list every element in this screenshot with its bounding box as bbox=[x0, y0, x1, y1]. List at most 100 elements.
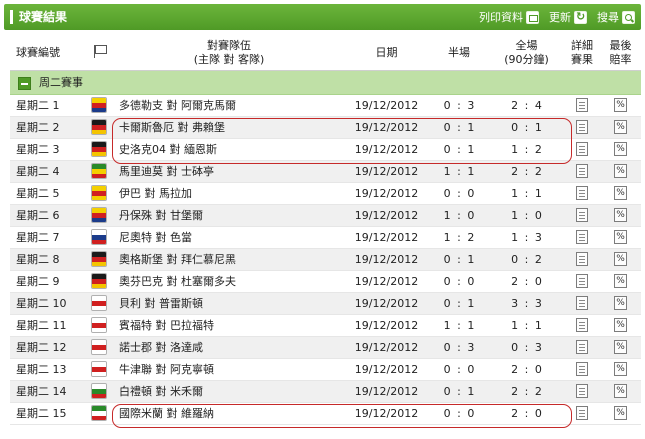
percent-icon[interactable]: % bbox=[614, 362, 627, 376]
match-day: 星期二 bbox=[16, 319, 49, 332]
document-icon[interactable] bbox=[576, 296, 588, 310]
document-icon[interactable] bbox=[576, 120, 588, 134]
match-no-cell: 星期二 7 bbox=[10, 226, 84, 249]
header-actions: 列印資料 更新 搜尋 bbox=[479, 4, 635, 30]
date-cell: 19/12/2012 bbox=[344, 248, 429, 271]
date-cell: 19/12/2012 bbox=[344, 358, 429, 381]
search-button[interactable]: 搜尋 bbox=[597, 9, 635, 25]
percent-icon[interactable]: % bbox=[614, 186, 627, 200]
teams-cell[interactable]: 史洛克04 對 緬恩斯 bbox=[114, 138, 344, 161]
percent-icon[interactable]: % bbox=[614, 384, 627, 398]
teams-cell[interactable]: 馬里迪莫 對 士砵亭 bbox=[114, 160, 344, 183]
half-score-cell: 1 : 0 bbox=[429, 204, 489, 227]
flag-icon bbox=[92, 44, 107, 58]
full-score-cell: 1 : 1 bbox=[489, 314, 564, 337]
percent-icon[interactable]: % bbox=[614, 296, 627, 310]
percent-icon[interactable]: % bbox=[614, 340, 627, 354]
match-no-cell: 星期二 3 bbox=[10, 138, 84, 161]
refresh-button[interactable]: 更新 bbox=[549, 9, 587, 25]
table-row: 星期二 4 馬里迪莫 對 士砵亭 19/12/2012 1 : 12 : 2% bbox=[10, 160, 641, 183]
teams-cell[interactable]: 賓福特 對 巴拉福特 bbox=[114, 314, 344, 337]
percent-icon[interactable]: % bbox=[614, 274, 627, 288]
odds-cell: % bbox=[600, 204, 641, 227]
collapse-icon[interactable] bbox=[18, 76, 31, 90]
document-icon[interactable] bbox=[576, 208, 588, 222]
team-logo-icon bbox=[91, 405, 107, 421]
date-cell: 19/12/2012 bbox=[344, 336, 429, 359]
teams-cell[interactable]: 卡爾斯魯厄 對 弗賴堡 bbox=[114, 116, 344, 139]
half-score-cell: 0 : 1 bbox=[429, 248, 489, 271]
percent-icon[interactable]: % bbox=[614, 98, 627, 112]
match-no-cell: 星期二 11 bbox=[10, 314, 84, 337]
percent-icon[interactable]: % bbox=[614, 252, 627, 266]
table-header-row: 球賽編號 對賽隊伍 (主隊 對 客隊) 日期 半場 全場 (90分鐘) 詳細 賽… bbox=[10, 36, 641, 71]
document-icon[interactable] bbox=[576, 98, 588, 112]
teams-cell[interactable]: 諾士郡 對 洛達咸 bbox=[114, 336, 344, 359]
odds-cell: % bbox=[600, 380, 641, 403]
detail-cell bbox=[564, 204, 600, 227]
percent-icon[interactable]: % bbox=[614, 164, 627, 178]
percent-icon[interactable]: % bbox=[614, 208, 627, 222]
teams-cell[interactable]: 牛津聯 對 阿克寧頓 bbox=[114, 358, 344, 381]
percent-icon[interactable]: % bbox=[614, 318, 627, 332]
team-logo-icon bbox=[91, 251, 107, 267]
teams-cell[interactable]: 國際米蘭 對 維羅納 bbox=[114, 402, 344, 425]
match-day: 星期二 bbox=[16, 341, 49, 354]
teams-cell[interactable]: 伊巴 對 馬拉加 bbox=[114, 182, 344, 205]
document-icon[interactable] bbox=[576, 406, 588, 420]
percent-icon[interactable]: % bbox=[614, 142, 627, 156]
match-no-cell: 星期二 4 bbox=[10, 160, 84, 183]
col-detail-sublabel: 賽果 bbox=[571, 52, 593, 66]
col-full-sublabel: (90分鐘) bbox=[504, 52, 549, 66]
document-icon[interactable] bbox=[576, 164, 588, 178]
odds-cell: % bbox=[600, 336, 641, 359]
group-row[interactable]: 周二賽事 bbox=[10, 69, 641, 95]
percent-icon[interactable]: % bbox=[614, 406, 627, 420]
col-full: 全場 (90分鐘) bbox=[489, 36, 564, 71]
document-icon[interactable] bbox=[576, 252, 588, 266]
detail-cell bbox=[564, 248, 600, 271]
match-day: 星期二 bbox=[16, 187, 49, 200]
half-score-cell: 0 : 0 bbox=[429, 402, 489, 425]
document-icon[interactable] bbox=[576, 340, 588, 354]
full-score-cell: 1 : 0 bbox=[489, 204, 564, 227]
percent-icon[interactable]: % bbox=[614, 120, 627, 134]
detail-cell bbox=[564, 270, 600, 293]
percent-icon[interactable]: % bbox=[614, 230, 627, 244]
printer-icon bbox=[526, 10, 539, 24]
search-icon bbox=[622, 10, 635, 24]
detail-cell bbox=[564, 182, 600, 205]
odds-cell: % bbox=[600, 160, 641, 183]
document-icon[interactable] bbox=[576, 142, 588, 156]
detail-cell bbox=[564, 402, 600, 425]
document-icon[interactable] bbox=[576, 318, 588, 332]
match-day: 星期二 bbox=[16, 143, 49, 156]
full-score-cell: 2 : 4 bbox=[489, 94, 564, 117]
match-number: 14 bbox=[52, 385, 67, 398]
col-odds-sublabel: 賠率 bbox=[609, 52, 632, 66]
teams-cell[interactable]: 奧格斯堡 對 拜仁慕尼黑 bbox=[114, 248, 344, 271]
document-icon[interactable] bbox=[576, 186, 588, 200]
document-icon[interactable] bbox=[576, 274, 588, 288]
team-logo-cell bbox=[84, 292, 114, 315]
team-logo-cell bbox=[84, 226, 114, 249]
col-teams: 對賽隊伍 (主隊 對 客隊) bbox=[114, 36, 344, 71]
teams-cell[interactable]: 白禮頓 對 米禾爾 bbox=[114, 380, 344, 403]
teams-cell[interactable]: 丹保殊 對 甘堡爾 bbox=[114, 204, 344, 227]
teams-cell[interactable]: 尼奧特 對 色當 bbox=[114, 226, 344, 249]
match-day: 星期二 bbox=[16, 121, 49, 134]
teams-cell[interactable]: 奧芬巴克 對 杜塞爾多夫 bbox=[114, 270, 344, 293]
half-score-cell: 0 : 1 bbox=[429, 292, 489, 315]
teams-cell[interactable]: 貝利 對 普雷斯頓 bbox=[114, 292, 344, 315]
teams-cell[interactable]: 多德勒支 對 阿爾克馬爾 bbox=[114, 94, 344, 117]
date-cell: 19/12/2012 bbox=[344, 204, 429, 227]
odds-cell: % bbox=[600, 292, 641, 315]
print-label: 列印資料 bbox=[479, 11, 523, 24]
full-score-cell: 2 : 0 bbox=[489, 358, 564, 381]
document-icon[interactable] bbox=[576, 362, 588, 376]
print-button[interactable]: 列印資料 bbox=[479, 9, 539, 25]
odds-cell: % bbox=[600, 138, 641, 161]
table-row: 星期二 7 尼奧特 對 色當 19/12/2012 1 : 21 : 3% bbox=[10, 226, 641, 249]
document-icon[interactable] bbox=[576, 384, 588, 398]
document-icon[interactable] bbox=[576, 230, 588, 244]
